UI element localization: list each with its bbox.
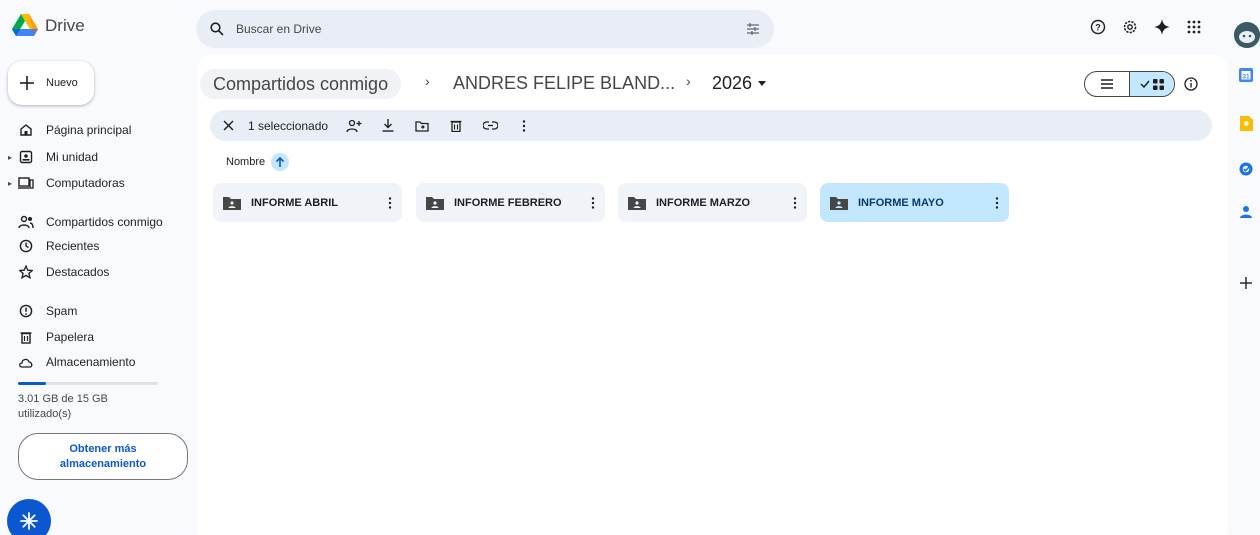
dropdown-arrow-icon [758, 81, 767, 86]
copy-link-icon[interactable] [482, 118, 498, 134]
computers-icon [18, 175, 34, 191]
sidebar-item-label: Almacenamiento [46, 355, 136, 369]
search-input[interactable]: Buscar en Drive [236, 22, 746, 36]
storage-progress-fill [18, 382, 46, 385]
settings-icon[interactable] [1120, 17, 1140, 37]
folder-more-icon[interactable] [783, 196, 807, 209]
shared-folder-icon [223, 196, 241, 210]
sidebar-item-label: Recientes [46, 239, 100, 253]
my-drive-icon [18, 149, 34, 165]
storage-progress-bar [18, 382, 158, 385]
expand-caret-icon[interactable]: ▸ [8, 179, 18, 188]
breadcrumb-current[interactable]: 2026 [712, 73, 767, 94]
shared-folder-icon [628, 196, 646, 210]
folder-more-icon[interactable] [985, 196, 1009, 209]
plus-icon [20, 76, 34, 90]
sidebar-item-starred[interactable]: Destacados [8, 261, 188, 283]
avatar[interactable] [1234, 22, 1260, 48]
breadcrumb-separator-icon: › [686, 73, 691, 89]
contacts-icon[interactable] [1238, 204, 1254, 220]
sidebar-item-spam[interactable]: Spam [8, 300, 188, 322]
star-icon [18, 264, 34, 280]
sidebar-item-label: Destacados [46, 265, 110, 279]
new-button-label: Nuevo [46, 77, 78, 89]
download-icon[interactable] [380, 118, 396, 134]
delete-icon[interactable] [448, 118, 464, 134]
search-bar[interactable]: Buscar en Drive [196, 10, 774, 48]
sidebar-item-label: Computadoras [46, 176, 125, 190]
spam-icon [18, 303, 34, 319]
sidebar-item-computers[interactable]: ▸ Computadoras [8, 172, 188, 194]
svg-text:?: ? [1095, 23, 1101, 33]
get-more-storage-button[interactable]: Obtener más almacenamiento [18, 433, 188, 480]
folder-card[interactable]: INFORME FEBRERO [416, 183, 605, 222]
folder-name: INFORME ABRIL [251, 196, 338, 209]
search-options-icon[interactable] [746, 23, 760, 35]
view-toggle[interactable] [1084, 71, 1175, 97]
list-view-button[interactable] [1085, 72, 1129, 96]
grid-view-button[interactable] [1129, 72, 1174, 96]
home-icon [18, 122, 34, 138]
shared-icon [18, 214, 34, 230]
add-addon-icon[interactable] [1238, 275, 1254, 291]
sidebar-item-home[interactable]: Página principal [8, 119, 188, 141]
sort-ascending-icon[interactable] [271, 153, 290, 171]
assistant-fab-button[interactable] [7, 499, 51, 535]
sidebar-item-storage[interactable]: Almacenamiento [8, 351, 188, 373]
info-icon[interactable] [1183, 76, 1199, 92]
shared-folder-icon [830, 196, 848, 210]
list-view-icon [1101, 79, 1113, 89]
drive-logo-icon [12, 14, 38, 36]
breadcrumb-current-label: 2026 [712, 73, 753, 93]
folder-more-icon[interactable] [581, 196, 605, 209]
folder-card[interactable]: INFORME ABRIL [213, 183, 402, 222]
sidebar-item-my-drive[interactable]: ▸ Mi unidad [8, 146, 188, 168]
sidebar-item-label: Spam [46, 304, 78, 318]
check-icon [1140, 80, 1150, 88]
sort-label: Nombre [226, 156, 266, 168]
folder-card[interactable]: INFORME MARZO [618, 183, 807, 222]
move-to-folder-icon[interactable] [414, 118, 430, 134]
apps-grid-icon[interactable] [1184, 17, 1204, 37]
sidebar-item-recent[interactable]: Recientes [8, 235, 188, 257]
search-icon[interactable] [210, 22, 224, 36]
new-button[interactable]: Nuevo [8, 61, 94, 105]
storage-usage-text: 3.01 GB de 15 GB utilizado(s) [18, 393, 108, 420]
folder-more-icon[interactable] [378, 196, 402, 209]
expand-caret-icon[interactable]: ▸ [8, 153, 18, 162]
sidebar-item-trash[interactable]: Papelera [8, 326, 188, 348]
grid-view-icon [1153, 78, 1164, 90]
svg-text:31: 31 [1242, 74, 1250, 81]
sidebar-item-label: Papelera [46, 330, 95, 344]
drive-logo[interactable]: Drive [12, 14, 85, 37]
more-actions-icon[interactable] [516, 118, 532, 134]
help-icon[interactable]: ? [1088, 17, 1108, 37]
shared-folder-icon [426, 196, 444, 210]
snowflake-icon [20, 512, 38, 530]
folder-name: INFORME FEBRERO [454, 196, 562, 209]
breadcrumb-separator-icon: › [425, 73, 430, 89]
folder-card-selected[interactable]: INFORME MAYO [820, 183, 1009, 222]
trash-icon [18, 329, 34, 345]
selection-toolbar: 1 seleccionado [210, 110, 1212, 141]
calendar-icon[interactable]: 31 [1238, 67, 1254, 83]
keep-icon[interactable] [1238, 115, 1254, 131]
share-add-person-icon[interactable] [346, 118, 362, 134]
sort-by-name[interactable]: Nombre [226, 153, 290, 171]
folder-name: INFORME MAYO [858, 196, 944, 209]
tasks-icon[interactable] [1238, 161, 1254, 177]
gemini-icon[interactable] [1152, 17, 1172, 37]
selection-count: 1 seleccionado [248, 118, 329, 133]
clock-icon [18, 238, 34, 254]
cloud-icon [18, 354, 34, 370]
breadcrumb-middle[interactable]: ANDRES FELIPE BLAND... [453, 73, 675, 94]
folder-name: INFORME MARZO [656, 196, 751, 209]
sidebar-item-label: Mi unidad [46, 150, 99, 164]
breadcrumb-root[interactable]: Compartidos conmigo [200, 69, 402, 99]
app-name: Drive [45, 15, 85, 35]
sidebar-item-shared-with-me[interactable]: Compartidos conmigo [8, 211, 188, 233]
sidebar-item-label: Página principal [46, 123, 132, 137]
sidebar-item-label: Compartidos conmigo [46, 215, 163, 229]
close-selection-icon[interactable] [220, 118, 236, 134]
